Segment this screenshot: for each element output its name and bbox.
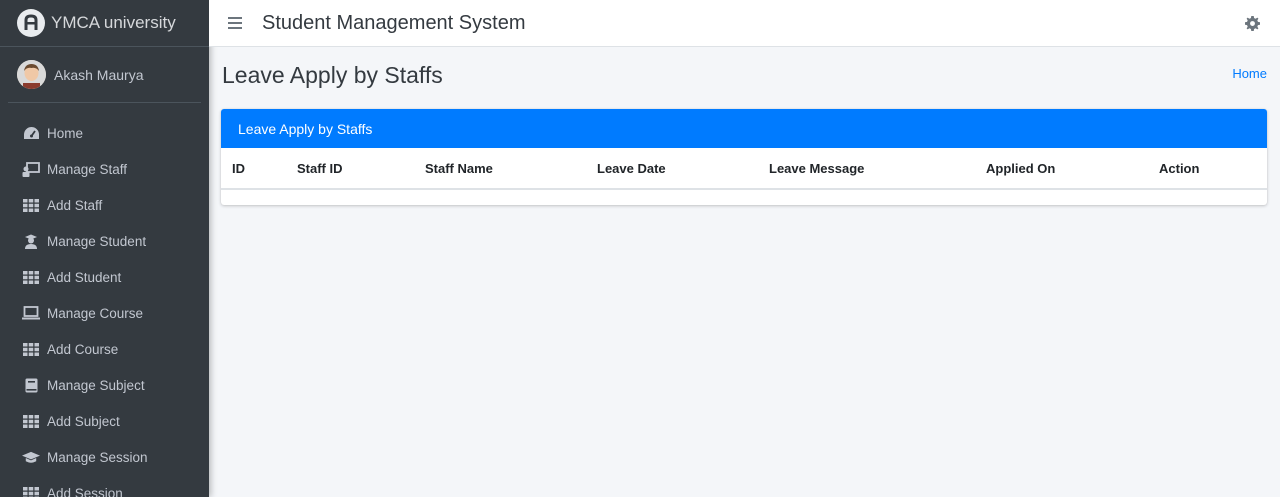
book-icon <box>22 377 40 393</box>
chalkboard-teacher-icon <box>22 161 40 177</box>
leave-table: ID Staff ID Staff Name Leave Date Leave … <box>221 148 1267 190</box>
sidebar-item-add-course[interactable]: Add Course <box>0 331 209 367</box>
page-title: Leave Apply by Staffs <box>222 62 443 88</box>
sidebar-item-label: Manage Course <box>47 305 144 321</box>
breadcrumb-home-link[interactable]: Home <box>1232 66 1267 81</box>
sidebar-item-home[interactable]: Home <box>0 115 209 151</box>
sidebar-item-label: Manage Subject <box>47 377 145 393</box>
grid-icon <box>22 413 40 429</box>
sidebar-item-add-subject[interactable]: Add Subject <box>0 403 209 439</box>
brand-logo-icon <box>17 9 45 37</box>
sidebar-item-label: Manage Session <box>47 449 148 465</box>
user-graduate-icon <box>22 233 40 249</box>
app-title: Student Management System <box>262 11 526 34</box>
laptop-icon <box>22 305 40 321</box>
leave-apply-card: Leave Apply by Staffs ID Staff ID Staff … <box>221 109 1267 205</box>
column-header-applied-on: Applied On <box>986 148 1159 190</box>
column-header-leave-message: Leave Message <box>769 148 986 190</box>
brand-link[interactable]: YMCA university <box>0 0 209 47</box>
column-header-staff-id: Staff ID <box>297 148 425 190</box>
sidebar-item-add-student[interactable]: Add Student <box>0 259 209 295</box>
sidebar-item-label: Home <box>47 125 84 141</box>
user-name: Akash Maurya <box>54 66 144 83</box>
avatar <box>17 60 46 89</box>
sidebar-item-manage-subject[interactable]: Manage Subject <box>0 367 209 403</box>
menu-toggle-icon[interactable] <box>228 17 242 29</box>
grid-icon <box>22 485 40 497</box>
sidebar-item-label: Add Student <box>47 269 122 285</box>
sidebar-item-manage-session[interactable]: Manage Session <box>0 439 209 475</box>
column-header-leave-date: Leave Date <box>597 148 769 190</box>
sidebar-item-manage-student[interactable]: Manage Student <box>0 223 209 259</box>
sidebar-item-add-session[interactable]: Add Session <box>0 475 209 497</box>
brand-name: YMCA university <box>51 13 176 32</box>
column-header-id: ID <box>221 148 297 190</box>
card-title: Leave Apply by Staffs <box>221 109 1267 148</box>
user-panel[interactable]: Akash Maurya <box>8 47 201 103</box>
grid-icon <box>22 197 40 213</box>
sidebar-item-label: Add Course <box>47 341 119 357</box>
sidebar-item-manage-course[interactable]: Manage Course <box>0 295 209 331</box>
sidebar-item-label: Add Subject <box>47 413 120 429</box>
top-navbar: Student Management System <box>209 0 1280 47</box>
tachometer-icon <box>22 125 40 141</box>
sidebar-item-manage-staff[interactable]: Manage Staff <box>0 151 209 187</box>
grid-icon <box>22 341 40 357</box>
sidebar-item-label: Add Staff <box>47 197 103 213</box>
graduation-cap-icon <box>22 449 40 465</box>
column-header-action: Action <box>1159 148 1267 190</box>
sidebar: YMCA university Akash Maurya Home Manage… <box>0 0 209 497</box>
sidebar-nav: Home Manage Staff Add Staff Manage Stude… <box>0 103 209 497</box>
gear-icon[interactable] <box>1245 16 1260 31</box>
grid-icon <box>22 269 40 285</box>
sidebar-item-label: Manage Student <box>47 233 147 249</box>
sidebar-item-label: Add Session <box>47 485 123 497</box>
sidebar-item-add-staff[interactable]: Add Staff <box>0 187 209 223</box>
column-header-staff-name: Staff Name <box>425 148 597 190</box>
sidebar-item-label: Manage Staff <box>47 161 128 177</box>
table-header-row: ID Staff ID Staff Name Leave Date Leave … <box>221 148 1267 190</box>
